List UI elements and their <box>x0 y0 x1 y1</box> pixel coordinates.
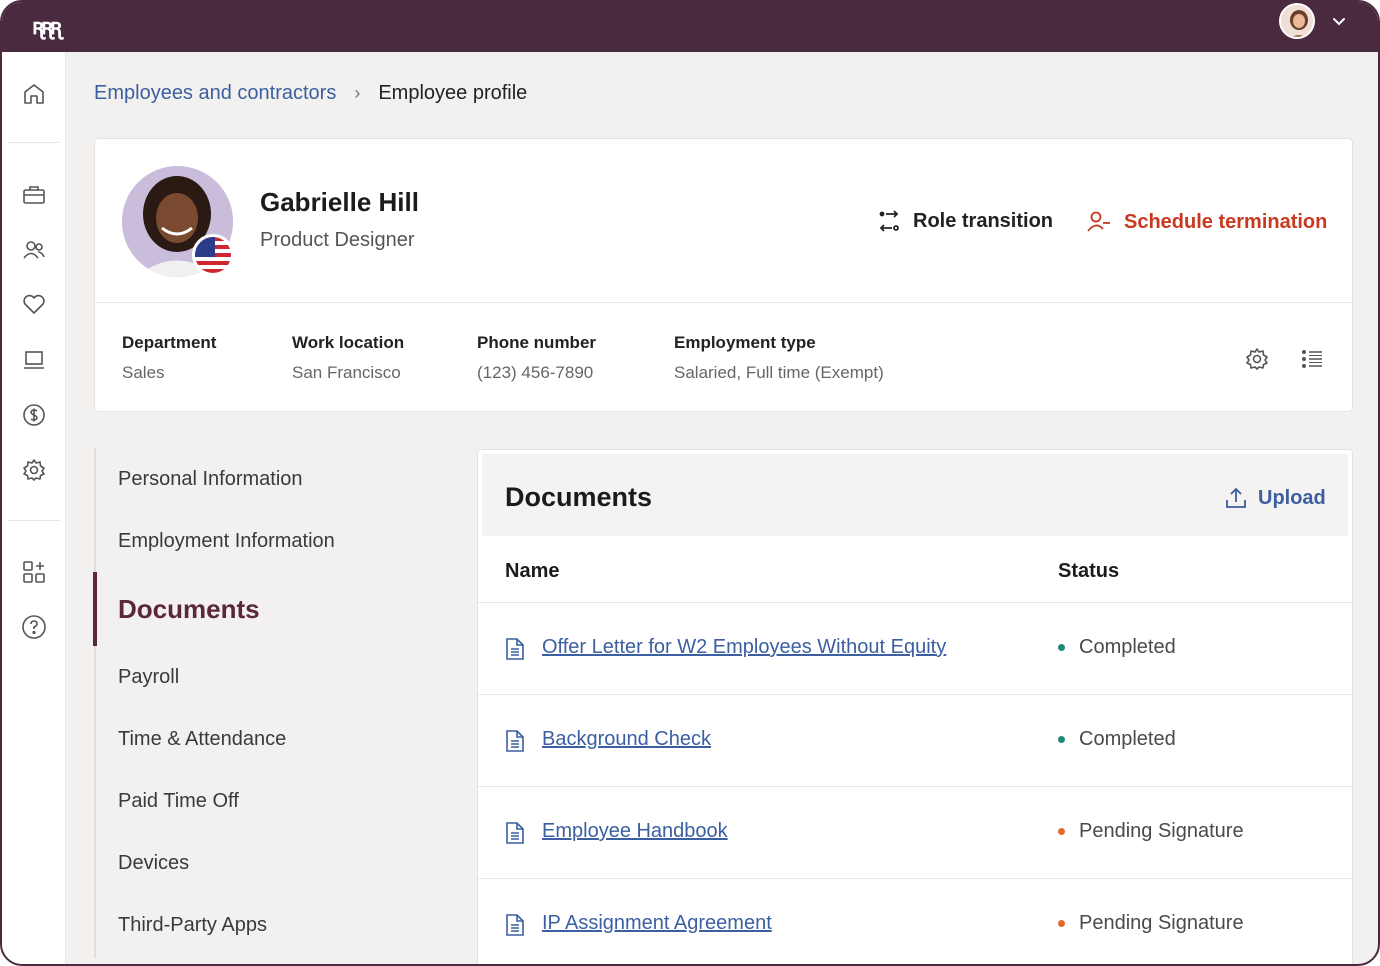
employment-type-field: Employment type Salaried, Full time (Exe… <box>674 333 884 383</box>
documents-title: Documents <box>505 482 653 512</box>
people-icon[interactable] <box>20 236 48 264</box>
work-location-field: Work location San Francisco <box>292 333 404 383</box>
subnav-payroll[interactable]: Payroll <box>118 666 179 689</box>
breadcrumb-current: Employee profile <box>378 82 528 104</box>
table-row: Offer Letter for W2 Employees Without Eq… <box>478 602 1352 694</box>
upload-label: Upload <box>1258 486 1326 509</box>
list-icon[interactable] <box>1298 345 1326 373</box>
role-transition-icon <box>879 210 899 232</box>
documents-header: Documents Upload <box>482 454 1348 536</box>
document-icon <box>504 637 526 666</box>
subnav-personal-information[interactable]: Personal Information <box>118 468 303 491</box>
document-icon <box>504 913 526 942</box>
chevron-down-icon[interactable] <box>1330 12 1348 35</box>
upload-button[interactable]: Upload <box>1224 486 1326 510</box>
sidebar <box>2 52 66 964</box>
sidebar-divider <box>8 142 60 143</box>
subnav-paid-time-off[interactable]: Paid Time Off <box>118 790 239 813</box>
field-label: Work location <box>292 333 405 352</box>
app-window: ꭆꭆꭆ Employees and contractors › Employee… <box>0 0 1380 966</box>
column-header-name: Name <box>505 560 560 582</box>
status-dot <box>1058 644 1065 651</box>
subnav-third-party-apps[interactable]: Third-Party Apps <box>118 914 267 937</box>
home-icon[interactable] <box>20 80 48 108</box>
field-label: Phone number <box>477 333 597 352</box>
schedule-termination-button[interactable]: Schedule termination <box>1086 209 1327 235</box>
profile-subnav: Personal Information Employment Informat… <box>93 448 454 958</box>
settings-icon[interactable] <box>20 456 48 484</box>
apps-icon[interactable] <box>20 558 48 586</box>
help-icon[interactable] <box>20 613 48 641</box>
status-dot <box>1058 736 1065 743</box>
status-dot <box>1058 828 1065 835</box>
field-value: San Francisco <box>292 363 401 382</box>
dollar-icon[interactable] <box>20 401 48 429</box>
table-row: Employee Handbook Pending Signature <box>478 786 1352 878</box>
department-field: Department Sales <box>122 333 216 383</box>
field-label: Employment type <box>674 333 816 352</box>
us-flag-icon <box>192 234 234 276</box>
role-transition-button[interactable]: Role transition <box>877 209 1053 233</box>
document-link[interactable]: IP Assignment Agreement <box>542 912 772 935</box>
schedule-termination-label: Schedule termination <box>1124 210 1328 233</box>
status-badge: Completed <box>1058 728 1176 751</box>
user-remove-icon <box>1087 211 1110 232</box>
active-indicator <box>93 572 97 646</box>
column-header-status: Status <box>1058 560 1120 582</box>
subnav-time-attendance[interactable]: Time & Attendance <box>118 728 286 751</box>
field-value: (123) 456-7890 <box>477 363 594 382</box>
upload-icon <box>1226 487 1246 508</box>
status-text: Completed <box>1079 728 1176 750</box>
status-badge: Completed <box>1058 636 1176 659</box>
briefcase-icon[interactable] <box>20 181 48 209</box>
status-text: Pending Signature <box>1079 820 1244 842</box>
role-transition-label: Role transition <box>913 209 1054 232</box>
subnav-devices[interactable]: Devices <box>118 852 189 875</box>
top-bar: ꭆꭆꭆ <box>2 2 1378 52</box>
phone-number-field: Phone number (123) 456-7890 <box>477 333 596 383</box>
status-text: Pending Signature <box>1079 912 1244 934</box>
gear-icon[interactable] <box>1243 345 1271 373</box>
document-icon <box>504 821 526 850</box>
table-row: IP Assignment Agreement Pending Signatur… <box>478 878 1352 964</box>
breadcrumb-employees-link[interactable]: Employees and contractors <box>94 82 336 105</box>
profile-header: Gabrielle Hill Product Designer Role tra… <box>95 139 1352 303</box>
field-label: Department <box>122 333 217 352</box>
chevron-right-icon: › <box>354 83 361 103</box>
heart-icon[interactable] <box>20 291 48 319</box>
app-logo[interactable]: ꭆꭆꭆ <box>32 11 62 41</box>
document-link[interactable]: Background Check <box>542 728 711 751</box>
table-row: Background Check Completed <box>478 694 1352 786</box>
employee-title: Product Designer <box>260 229 415 251</box>
employee-name: Gabrielle Hill <box>260 187 419 217</box>
subnav-employment-information[interactable]: Employment Information <box>118 530 335 553</box>
documents-panel: Documents Upload Name Status Offer Lette… <box>477 449 1353 964</box>
status-text: Completed <box>1079 636 1176 658</box>
laptop-icon[interactable] <box>20 346 48 374</box>
document-link[interactable]: Offer Letter for W2 Employees Without Eq… <box>542 636 946 659</box>
document-icon <box>504 729 526 758</box>
profile-card: Gabrielle Hill Product Designer Role tra… <box>94 138 1353 412</box>
field-value: Salaried, Full time (Exempt) <box>674 363 884 382</box>
sidebar-divider <box>8 520 60 521</box>
subnav-documents[interactable]: Documents <box>118 594 260 625</box>
user-avatar[interactable] <box>1279 3 1315 39</box>
document-link[interactable]: Employee Handbook <box>542 820 728 843</box>
field-value: Sales <box>122 363 165 382</box>
status-dot <box>1058 920 1065 927</box>
status-badge: Pending Signature <box>1058 912 1244 935</box>
breadcrumb: Employees and contractors › Employee pro… <box>94 82 527 105</box>
status-badge: Pending Signature <box>1058 820 1244 843</box>
